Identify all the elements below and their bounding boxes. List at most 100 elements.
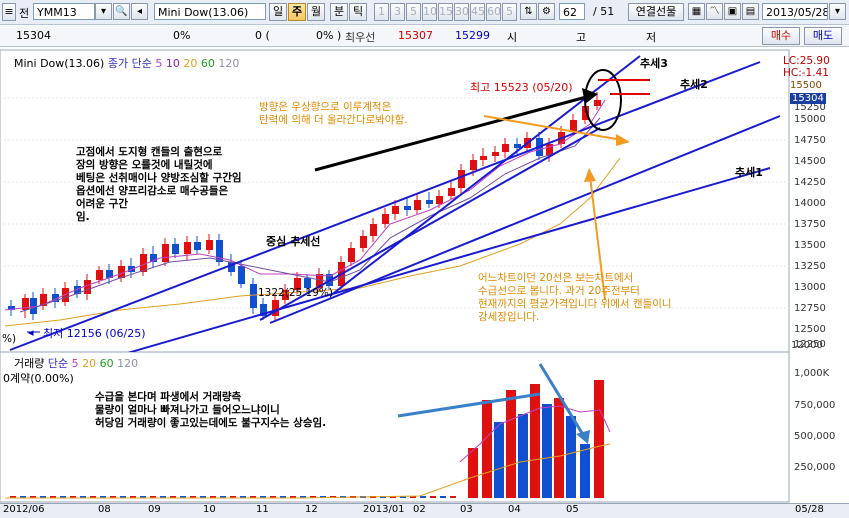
candle-body <box>392 206 399 214</box>
period-month[interactable]: 월 <box>307 3 325 21</box>
svg-text:13750: 13750 <box>794 219 826 230</box>
hc-label: HC:-1.41 <box>783 67 829 79</box>
candle-body <box>458 170 465 188</box>
svg-text:13500: 13500 <box>794 240 826 251</box>
volume-bar <box>594 380 604 498</box>
low-label: 저 <box>646 31 657 44</box>
period-tick[interactable]: 틱 <box>349 3 367 21</box>
minute-custom[interactable]: 5 <box>502 3 517 21</box>
settings-icon[interactable]: ⚙ <box>538 3 555 20</box>
toolbar: ≡ 전 YMM13 ▾ 🔍 ◂ Mini Dow(13.06) 일 주 월 분 … <box>0 0 849 25</box>
count-input[interactable]: 62 <box>559 3 585 20</box>
legend-ma: 종가 단순 <box>107 57 152 70</box>
svg-text:250,000: 250,000 <box>794 462 835 473</box>
x-tick-2: 09 <box>148 504 161 515</box>
spin-icon[interactable]: ⇅ <box>520 3 537 20</box>
minute-1[interactable]: 1 <box>374 3 389 21</box>
trend2-label: 추세2 <box>680 78 708 91</box>
minute-60[interactable]: 60 <box>486 3 501 21</box>
volume-bar <box>580 444 590 498</box>
legend-ma60: 60 <box>200 57 215 70</box>
volume-legend-ma5: 5 <box>71 357 79 370</box>
volume-bar <box>450 496 456 498</box>
open-interest-label: 0계약(0.00%) <box>3 372 74 385</box>
minute-15[interactable]: 15 <box>438 3 453 21</box>
candle-body <box>84 280 91 294</box>
last-price: 15304 <box>16 29 51 42</box>
minute-45[interactable]: 45 <box>470 3 485 21</box>
candle-body <box>502 144 509 152</box>
lc-label: LC:25.90 <box>783 55 830 67</box>
svg-text:12500: 12500 <box>794 324 826 335</box>
chart-line-icon[interactable]: 〽 <box>706 3 723 20</box>
volume-legend-ma: 단순 <box>47 357 69 370</box>
dropdown-icon[interactable]: ▾ <box>95 3 112 20</box>
volume-bar <box>468 448 478 498</box>
volume-legend-ma20: 20 <box>82 357 97 370</box>
svg-text:14250: 14250 <box>794 177 826 188</box>
x-tick-1: 08 <box>98 504 111 515</box>
swap-icon[interactable]: ◂ <box>131 3 148 20</box>
x-tick-6: 2013/01 <box>363 504 405 515</box>
period-minute[interactable]: 분 <box>330 3 348 21</box>
volume-bar <box>506 390 516 498</box>
svg-text:14000: 14000 <box>794 198 826 209</box>
candle-body <box>250 284 257 308</box>
volume-bar <box>530 384 540 498</box>
candle-body <box>436 196 443 204</box>
candle-body <box>382 214 389 224</box>
quote-bar: 15304 0% 0 ( 0% ) 최우선 15307 15299 시 고 저 … <box>0 26 849 47</box>
candle-body <box>206 240 213 250</box>
x-tick-4: 11 <box>256 504 269 515</box>
candle-body <box>414 200 421 210</box>
volume-bar <box>420 496 426 498</box>
candle-body <box>360 236 367 248</box>
open-label: 시 <box>507 31 518 44</box>
minute-3[interactable]: 3 <box>390 3 405 21</box>
svg-text:12750: 12750 <box>794 303 826 314</box>
period-day[interactable]: 일 <box>269 3 287 21</box>
svg-text:13250: 13250 <box>794 261 826 272</box>
x-tick-11: 05/28 <box>795 504 824 515</box>
change-value: 0 ( <box>255 29 270 42</box>
legend-ma120: 120 <box>218 57 240 70</box>
volume-bar <box>440 496 446 498</box>
candle-body <box>448 188 455 196</box>
price-axis-ticks: 15250 15000 14750 14500 14250 14000 1375… <box>794 102 826 350</box>
minute-10[interactable]: 10 <box>422 3 437 21</box>
volume-legend-ma60: 60 <box>99 357 114 370</box>
candle-body <box>238 266 245 284</box>
change-percent: 0% <box>173 29 191 42</box>
svg-text:14750: 14750 <box>794 135 826 146</box>
volume-bar <box>566 416 576 498</box>
candle-body <box>184 242 191 254</box>
jeon-label: 전 <box>19 7 30 20</box>
code-input[interactable]: YMM13 <box>33 3 95 20</box>
minute-5[interactable]: 5 <box>406 3 421 21</box>
menu-button[interactable]: ≡ <box>2 3 16 21</box>
save-icon[interactable]: ▣ <box>724 3 741 20</box>
date-input[interactable]: 2013/05/28 <box>762 3 828 20</box>
name-field: Mini Dow(13.06) <box>154 3 266 20</box>
candle-body <box>426 200 433 204</box>
svg-text:15000: 15000 <box>794 114 826 125</box>
sell-button[interactable]: 매도 <box>804 27 842 45</box>
candle-body <box>172 244 179 254</box>
search-icon[interactable]: 🔍 <box>113 3 130 20</box>
x-tick-8: 03 <box>460 504 473 515</box>
center-trend-label: 중심 추세선 <box>266 235 321 248</box>
period-week[interactable]: 주 <box>288 3 306 21</box>
candle-body <box>370 224 377 236</box>
grid-icon[interactable]: ▦ <box>688 3 705 20</box>
calendar-icon[interactable]: ▤ <box>742 3 759 20</box>
candle-body <box>594 100 601 106</box>
date-picker-icon[interactable]: ▾ <box>829 3 846 20</box>
minute-30[interactable]: 30 <box>454 3 469 21</box>
volume-bar <box>542 404 552 498</box>
futures-button[interactable]: 연결선물 <box>628 3 684 21</box>
buy-button[interactable]: 매수 <box>762 27 800 45</box>
volume-bar <box>430 496 436 498</box>
mid-annotation: 1322(25.19%) <box>258 287 333 299</box>
x-axis: 2012/06 08 09 10 11 12 2013/01 02 03 04 … <box>0 503 849 518</box>
annotation-top: 방향은 우상향으로 이루계적은 탄력에 의해 더 올라간다로봐야함. <box>259 101 408 126</box>
